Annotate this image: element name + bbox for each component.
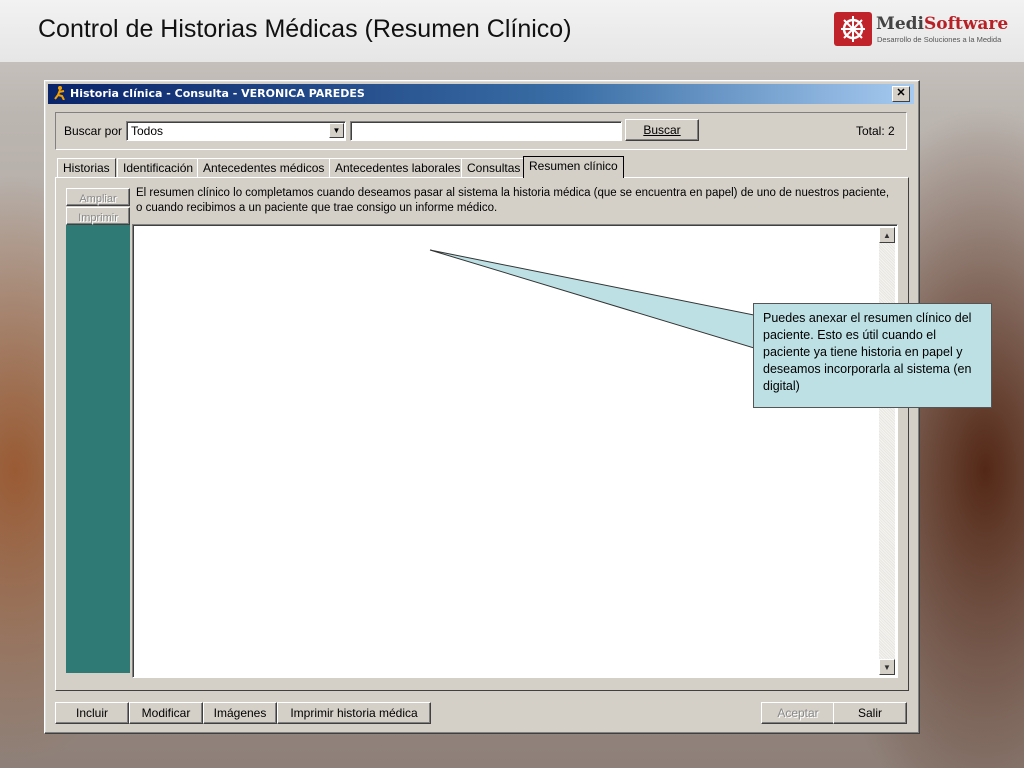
resumen-clinico-panel: Ampliar Imprimir El resumen clínico lo c… <box>55 177 909 691</box>
slide-title: Control de Historias Médicas (Resumen Cl… <box>38 15 572 43</box>
search-by-label: Buscar por <box>64 124 123 138</box>
resumen-memo[interactable]: ▲ ▼ <box>132 224 898 678</box>
salir-button[interactable]: Salir <box>833 702 907 724</box>
logo-icon <box>834 12 872 46</box>
slide-header: Control de Historias Médicas (Resumen Cl… <box>0 0 1024 62</box>
salir-label: Salir <box>857 706 882 720</box>
info-text: El resumen clínico lo completamos cuando… <box>136 187 890 214</box>
tab-consultas[interactable]: Consultas <box>461 158 527 177</box>
scroll-down-icon[interactable]: ▼ <box>879 659 895 675</box>
search-button[interactable]: Buscar <box>625 119 699 141</box>
modificar-label: Modificar <box>141 706 191 720</box>
memo-scrollbar[interactable]: ▲ ▼ <box>879 227 895 675</box>
search-button-label: Buscar <box>643 123 681 137</box>
imprimir-button[interactable]: Imprimir <box>66 207 130 225</box>
search-panel: Buscar por Todos ▼ Buscar Total: 2 <box>55 112 907 150</box>
aceptar-button[interactable]: Aceptar <box>761 702 835 724</box>
total-count: Total: 2 <box>856 124 895 138</box>
logo-tagline: Desarrollo de Soluciones a la Medida <box>877 35 1002 44</box>
imagenes-label: Imágenes <box>213 706 267 720</box>
medisoftware-logo: MediSoftware Desarrollo de Soluciones a … <box>834 12 1014 48</box>
app-icon <box>54 86 66 103</box>
logo-name: MediSoftware <box>876 14 1008 34</box>
window-title: Historia clínica - Consulta - VERONICA P… <box>70 87 365 100</box>
scroll-up-icon[interactable]: ▲ <box>879 227 895 243</box>
tab-antecedentes-laborales[interactable]: Antecedentes laborales <box>329 158 467 177</box>
side-panel <box>66 225 130 673</box>
close-icon[interactable]: ✕ <box>892 86 910 102</box>
modificar-button[interactable]: Modificar <box>129 702 203 724</box>
aceptar-label: Aceptar <box>777 706 819 720</box>
tab-identificacion[interactable]: Identificación <box>117 158 200 177</box>
incluir-label: Incluir <box>75 706 108 720</box>
logo-name-b: Software <box>923 14 1009 34</box>
imagenes-button[interactable]: Imágenes <box>203 702 277 724</box>
imprimir-historia-button[interactable]: Imprimir historia médica <box>277 702 431 724</box>
incluir-button[interactable]: Incluir <box>55 702 129 724</box>
ampliar-button[interactable]: Ampliar <box>66 188 130 206</box>
tab-antecedentes-medicos[interactable]: Antecedentes médicos <box>197 158 331 177</box>
search-by-select[interactable]: Todos ▼ <box>126 121 346 141</box>
search-by-value: Todos <box>131 124 164 138</box>
logo-name-a: Medi <box>876 14 924 34</box>
window-titlebar[interactable]: Historia clínica - Consulta - VERONICA P… <box>48 84 914 104</box>
action-bar: Incluir Modificar Imágenes Imprimir hist… <box>55 699 907 727</box>
search-input[interactable] <box>350 121 622 141</box>
dropdown-arrow-icon[interactable]: ▼ <box>329 123 344 138</box>
callout-note: Puedes anexar el resumen clínico del pac… <box>753 303 992 408</box>
imprimir-historia-label: Imprimir historia médica <box>290 706 418 720</box>
tab-resumen-clinico[interactable]: Resumen clínico <box>523 156 624 178</box>
tab-historias[interactable]: Historias <box>57 158 116 177</box>
